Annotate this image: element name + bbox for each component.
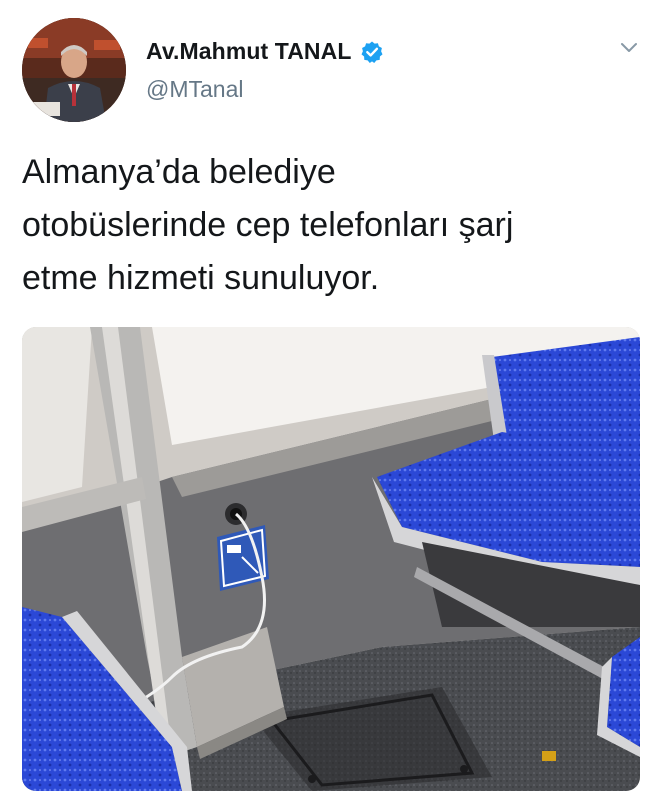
author-name-row[interactable]: Av.Mahmut TANAL [146,38,384,65]
verified-badge-icon [360,40,384,64]
author-handle[interactable]: @MTanal [146,76,244,103]
tweet-header: Av.Mahmut TANAL @MTanal [0,0,660,130]
bus-seat-usb-charger-photo [22,327,640,791]
display-name[interactable]: Av.Mahmut TANAL [146,38,352,65]
avatar-photo [22,18,126,122]
avatar[interactable] [22,18,126,122]
tweet-photo[interactable] [22,327,640,791]
tweet-text: Almanya’da belediye otobüslerinde cep te… [22,153,514,297]
chevron-down-icon[interactable] [618,36,640,58]
